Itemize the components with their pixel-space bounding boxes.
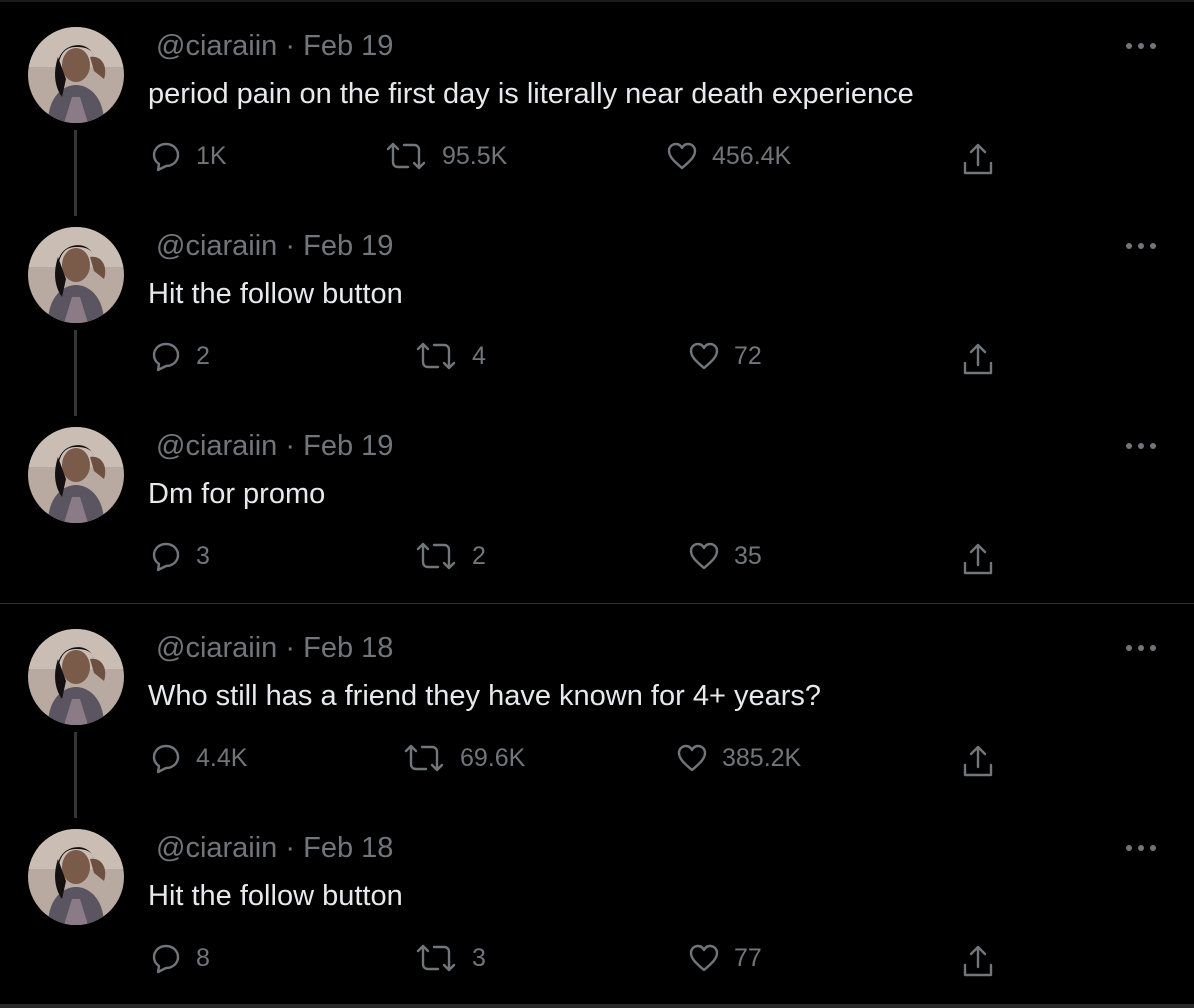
tweet-text: period pain on the first day is literall…: [148, 78, 914, 110]
tweet[interactable]: @ciaraiin · Feb 19 Hit the follow button…: [0, 200, 1194, 416]
like-count: 385.2K: [722, 743, 802, 772]
tweet-text: Who still has a friend they have known f…: [148, 680, 821, 712]
separator-dot: ·: [285, 230, 296, 262]
avatar[interactable]: [28, 829, 124, 925]
retweet-button[interactable]: 69.6K: [402, 742, 525, 774]
user-handle[interactable]: @ciaraiin: [156, 430, 277, 462]
like-button[interactable]: 72: [688, 340, 762, 372]
tweet-date[interactable]: Feb 18: [303, 832, 393, 864]
heart-icon: [689, 944, 719, 972]
reply-icon: [152, 744, 180, 774]
avatar[interactable]: [28, 629, 124, 725]
avatar[interactable]: [28, 227, 124, 323]
like-count: 77: [734, 943, 762, 972]
reply-icon: [152, 542, 180, 572]
share-icon[interactable]: [960, 141, 996, 177]
tweet-text: Hit the follow button: [148, 880, 403, 912]
more-icon[interactable]: [1124, 40, 1158, 52]
share-icon[interactable]: [960, 541, 996, 577]
separator-dot: ·: [285, 832, 296, 864]
like-count: 456.4K: [712, 141, 792, 170]
retweet-button[interactable]: 95.5K: [384, 140, 507, 172]
user-handle[interactable]: @ciaraiin: [156, 30, 277, 62]
retweet-icon: [416, 944, 456, 972]
heart-icon: [667, 142, 697, 170]
reply-button[interactable]: 3: [150, 540, 210, 572]
tweet[interactable]: @ciaraiin · Feb 19 Dm for promo 3 2 35: [0, 400, 1194, 600]
retweet-icon: [416, 542, 456, 570]
tweet-meta: @ciaraiin · Feb 19: [156, 430, 393, 463]
reply-icon: [152, 342, 180, 372]
tweet-meta: @ciaraiin · Feb 19: [156, 30, 393, 63]
more-icon[interactable]: [1124, 240, 1158, 252]
retweet-icon: [404, 744, 444, 772]
tweet-meta: @ciaraiin · Feb 18: [156, 632, 393, 665]
share-icon[interactable]: [960, 743, 996, 779]
reply-count: 2: [196, 341, 210, 370]
tweet-date[interactable]: Feb 19: [303, 430, 393, 462]
avatar[interactable]: [28, 427, 124, 523]
retweet-count: 4: [472, 341, 486, 370]
heart-icon: [689, 342, 719, 370]
user-handle[interactable]: @ciaraiin: [156, 230, 277, 262]
like-count: 35: [734, 541, 762, 570]
retweet-icon: [386, 142, 426, 170]
tweet-date[interactable]: Feb 19: [303, 30, 393, 62]
bottom-border: [0, 1004, 1194, 1008]
reply-count: 4.4K: [196, 743, 248, 772]
retweet-button[interactable]: 2: [414, 540, 486, 572]
heart-icon: [689, 542, 719, 570]
tweet[interactable]: @ciaraiin · Feb 18 Who still has a frien…: [0, 602, 1194, 818]
retweet-button[interactable]: 4: [414, 340, 486, 372]
retweet-count: 95.5K: [442, 141, 508, 170]
separator-dot: ·: [285, 632, 296, 664]
more-icon[interactable]: [1124, 842, 1158, 854]
retweet-button[interactable]: 3: [414, 942, 486, 974]
separator-dot: ·: [285, 430, 296, 462]
reply-icon: [152, 142, 180, 172]
avatar[interactable]: [28, 27, 124, 123]
tweet-date[interactable]: Feb 19: [303, 230, 393, 262]
reply-button[interactable]: 8: [150, 942, 210, 974]
more-icon[interactable]: [1124, 642, 1158, 654]
reply-icon: [152, 944, 180, 974]
tweet-text: Hit the follow button: [148, 278, 403, 310]
like-button[interactable]: 35: [688, 540, 762, 572]
share-icon[interactable]: [960, 341, 996, 377]
reply-button[interactable]: 1K: [150, 140, 227, 172]
like-button[interactable]: 385.2K: [676, 742, 801, 774]
tweet[interactable]: @ciaraiin · Feb 19 period pain on the fi…: [0, 0, 1194, 216]
tweet-meta: @ciaraiin · Feb 18: [156, 832, 393, 865]
tweet-meta: @ciaraiin · Feb 19: [156, 230, 393, 263]
like-button[interactable]: 456.4K: [666, 140, 791, 172]
like-count: 72: [734, 341, 762, 370]
user-handle[interactable]: @ciaraiin: [156, 632, 277, 664]
retweet-count: 3: [472, 943, 486, 972]
retweet-count: 69.6K: [460, 743, 526, 772]
tweet[interactable]: @ciaraiin · Feb 18 Hit the follow button…: [0, 802, 1194, 1002]
reply-count: 8: [196, 943, 210, 972]
tweet-date[interactable]: Feb 18: [303, 632, 393, 664]
reply-count: 1K: [196, 141, 227, 170]
reply-button[interactable]: 4.4K: [150, 742, 247, 774]
heart-icon: [677, 744, 707, 772]
more-icon[interactable]: [1124, 440, 1158, 452]
reply-button[interactable]: 2: [150, 340, 210, 372]
retweet-icon: [416, 342, 456, 370]
user-handle[interactable]: @ciaraiin: [156, 832, 277, 864]
like-button[interactable]: 77: [688, 942, 762, 974]
share-icon[interactable]: [960, 943, 996, 979]
tweet-text: Dm for promo: [148, 478, 326, 510]
retweet-count: 2: [472, 541, 486, 570]
tweet-timeline: @ciaraiin · Feb 19 period pain on the fi…: [0, 0, 1194, 1008]
separator-dot: ·: [285, 30, 296, 62]
reply-count: 3: [196, 541, 210, 570]
